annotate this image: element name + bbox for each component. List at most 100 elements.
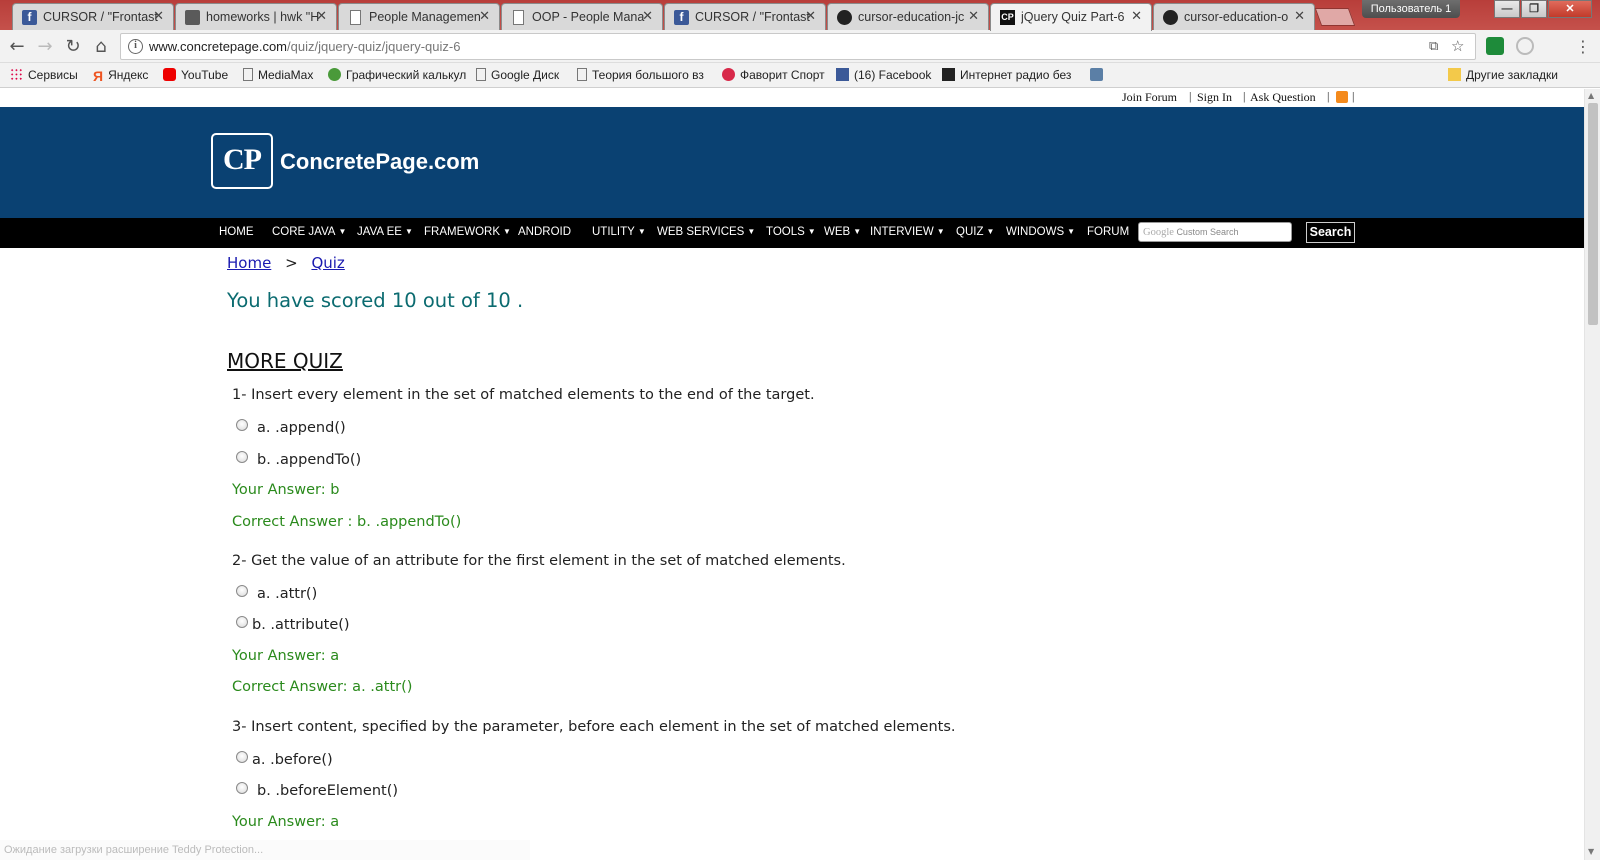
profile-button[interactable]: Пользователь 1: [1362, 0, 1460, 18]
radio-button[interactable]: [236, 616, 248, 628]
bookmark-item[interactable]: Теория большого вз: [577, 68, 704, 82]
answer-option[interactable]: b. .appendTo(): [236, 451, 361, 468]
radio-button[interactable]: [236, 585, 248, 597]
bookmark-item[interactable]: Я Яндекс: [93, 68, 148, 84]
caret-down-icon: ▼: [936, 227, 945, 236]
nav-utility[interactable]: UTILITY ▼: [592, 226, 646, 238]
bookmark-item[interactable]: [1090, 68, 1108, 82]
close-icon[interactable]: ✕: [479, 8, 490, 24]
nav-tools[interactable]: TOOLS ▼: [766, 226, 816, 238]
bookmark-item[interactable]: MediaMax: [243, 68, 313, 82]
document-icon: [513, 10, 524, 25]
vertical-scrollbar[interactable]: ▲ ▼: [1584, 89, 1600, 860]
other-bookmarks[interactable]: Другие закладки: [1448, 68, 1558, 82]
url-text[interactable]: www.concretepage.com/quiz/jquery-quiz/jq…: [149, 39, 460, 54]
nav-home[interactable]: HOME: [219, 226, 254, 238]
address-bar[interactable]: i www.concretepage.com/quiz/jquery-quiz/…: [120, 33, 1476, 60]
back-icon[interactable]: ←: [6, 36, 28, 58]
logo-text[interactable]: ConcretePage.com: [280, 149, 479, 175]
search-button[interactable]: Search: [1306, 222, 1355, 243]
extension-icon[interactable]: [1516, 37, 1534, 55]
answer-option[interactable]: a. .attr(): [236, 585, 317, 602]
browser-tab[interactable]: f CURSOR / "Frontast ✕: [664, 3, 826, 30]
radio-button[interactable]: [236, 751, 248, 763]
answer-option[interactable]: a. .append(): [236, 419, 346, 436]
translate-icon[interactable]: ⧉: [1429, 39, 1438, 54]
tab-title: jQuery Quiz Part-6: [1021, 10, 1125, 24]
nav-forum[interactable]: FORUM: [1087, 226, 1129, 238]
close-icon[interactable]: ✕: [316, 8, 327, 24]
close-icon[interactable]: ✕: [805, 8, 816, 24]
bookmark-item[interactable]: Интернет радио без: [942, 68, 1071, 82]
sign-in-link[interactable]: Sign In: [1197, 90, 1232, 105]
nav-core-java[interactable]: CORE JAVA ▼: [272, 226, 346, 238]
nav-interview[interactable]: INTERVIEW ▼: [870, 226, 945, 238]
nav-framework[interactable]: FRAMEWORK ▼: [424, 226, 511, 238]
close-icon[interactable]: ✕: [1131, 8, 1142, 24]
join-forum-link[interactable]: Join Forum: [1122, 90, 1177, 105]
answer-option[interactable]: b. .beforeElement(): [236, 782, 398, 799]
menu-icon[interactable]: ⋮: [1572, 36, 1594, 58]
bookmark-item[interactable]: Сервисы: [10, 68, 78, 82]
browser-tab[interactable]: OOP - People Mana ✕: [501, 3, 663, 30]
close-icon[interactable]: ✕: [1294, 8, 1305, 24]
more-quiz-heading[interactable]: MORE QUIZ: [227, 349, 343, 373]
radio-button[interactable]: [236, 419, 248, 431]
breadcrumb-home-link[interactable]: Home: [227, 254, 271, 272]
facebook-icon: f: [674, 10, 689, 25]
scroll-down-icon[interactable]: ▼: [1588, 847, 1594, 856]
caret-down-icon: ▼: [1067, 227, 1076, 236]
nav-android[interactable]: ANDROID: [518, 226, 571, 238]
minimize-button[interactable]: —: [1494, 0, 1520, 18]
your-answer: Your Answer: b: [232, 482, 340, 498]
star-icon[interactable]: ☆: [1451, 37, 1464, 55]
breadcrumb-quiz-link[interactable]: Quiz: [311, 254, 344, 272]
window-close-button[interactable]: ✕: [1548, 0, 1592, 18]
restore-button[interactable]: ❐: [1521, 0, 1547, 18]
home-icon[interactable]: ⌂: [90, 36, 112, 58]
ask-question-link[interactable]: Ask Question: [1250, 90, 1316, 105]
bookmark-item[interactable]: (16) Facebook: [836, 68, 931, 82]
nav-web-services[interactable]: WEB SERVICES ▼: [657, 226, 755, 238]
answer-option[interactable]: b. .attribute(): [236, 616, 350, 633]
bookmark-item[interactable]: YouTube: [163, 68, 228, 82]
rss-icon[interactable]: [1336, 91, 1348, 103]
browser-tab[interactable]: f CURSOR / "Frontast ✕: [12, 3, 174, 30]
nav-java-ee[interactable]: JAVA EE ▼: [357, 226, 413, 238]
radio-button[interactable]: [236, 782, 248, 794]
apps-icon: [10, 68, 23, 81]
browser-tab[interactable]: homeworks | hwk "H ✕: [175, 3, 337, 30]
browser-tab[interactable]: cursor-education-o ✕: [1153, 3, 1315, 30]
answer-option[interactable]: a. .before(): [236, 751, 333, 768]
new-tab-button[interactable]: [1314, 8, 1356, 26]
reload-icon[interactable]: ↻: [62, 36, 84, 58]
extension-icon[interactable]: [1486, 37, 1504, 55]
correct-answer: Correct Answer: a. .attr(): [232, 679, 413, 695]
site-header: CP ConcretePage.com: [0, 107, 1584, 218]
caret-down-icon: ▼: [338, 227, 347, 236]
tab-title: OOP - People Mana: [532, 10, 645, 24]
browser-tab-active[interactable]: CP jQuery Quiz Part-6 ✕: [990, 3, 1152, 31]
nav-windows[interactable]: WINDOWS ▼: [1006, 226, 1075, 238]
info-icon[interactable]: i: [128, 39, 143, 54]
scroll-up-icon[interactable]: ▲: [1588, 91, 1594, 100]
browser-tab[interactable]: People Managemen ✕: [338, 3, 500, 30]
bookmark-item[interactable]: Фаворит Спорт: [722, 68, 825, 82]
status-bar: Ожидание загрузки расширение Teddy Prote…: [0, 840, 530, 860]
search-input[interactable]: Google Custom Search: [1138, 222, 1292, 242]
nav-quiz[interactable]: QUIZ ▼: [956, 226, 994, 238]
radio-button[interactable]: [236, 451, 248, 463]
browser-tab-strip: f CURSOR / "Frontast ✕ homeworks | hwk "…: [0, 0, 1600, 31]
scrollbar-thumb[interactable]: [1588, 103, 1598, 325]
browser-tab[interactable]: cursor-education-jc ✕: [827, 3, 989, 30]
bookmark-item[interactable]: Google Диск: [476, 68, 559, 82]
nav-web[interactable]: WEB ▼: [824, 226, 861, 238]
close-icon[interactable]: ✕: [642, 8, 653, 24]
close-icon[interactable]: ✕: [153, 8, 164, 24]
browser-toolbar: ← → ↻ ⌂ i www.concretepage.com/quiz/jque…: [0, 30, 1600, 63]
close-icon[interactable]: ✕: [968, 8, 979, 24]
tab-title: homeworks | hwk "H: [206, 10, 320, 24]
bookmark-item[interactable]: Графический калькул: [328, 68, 466, 82]
logo-mark[interactable]: CP: [211, 133, 273, 189]
forward-icon[interactable]: →: [34, 36, 56, 58]
